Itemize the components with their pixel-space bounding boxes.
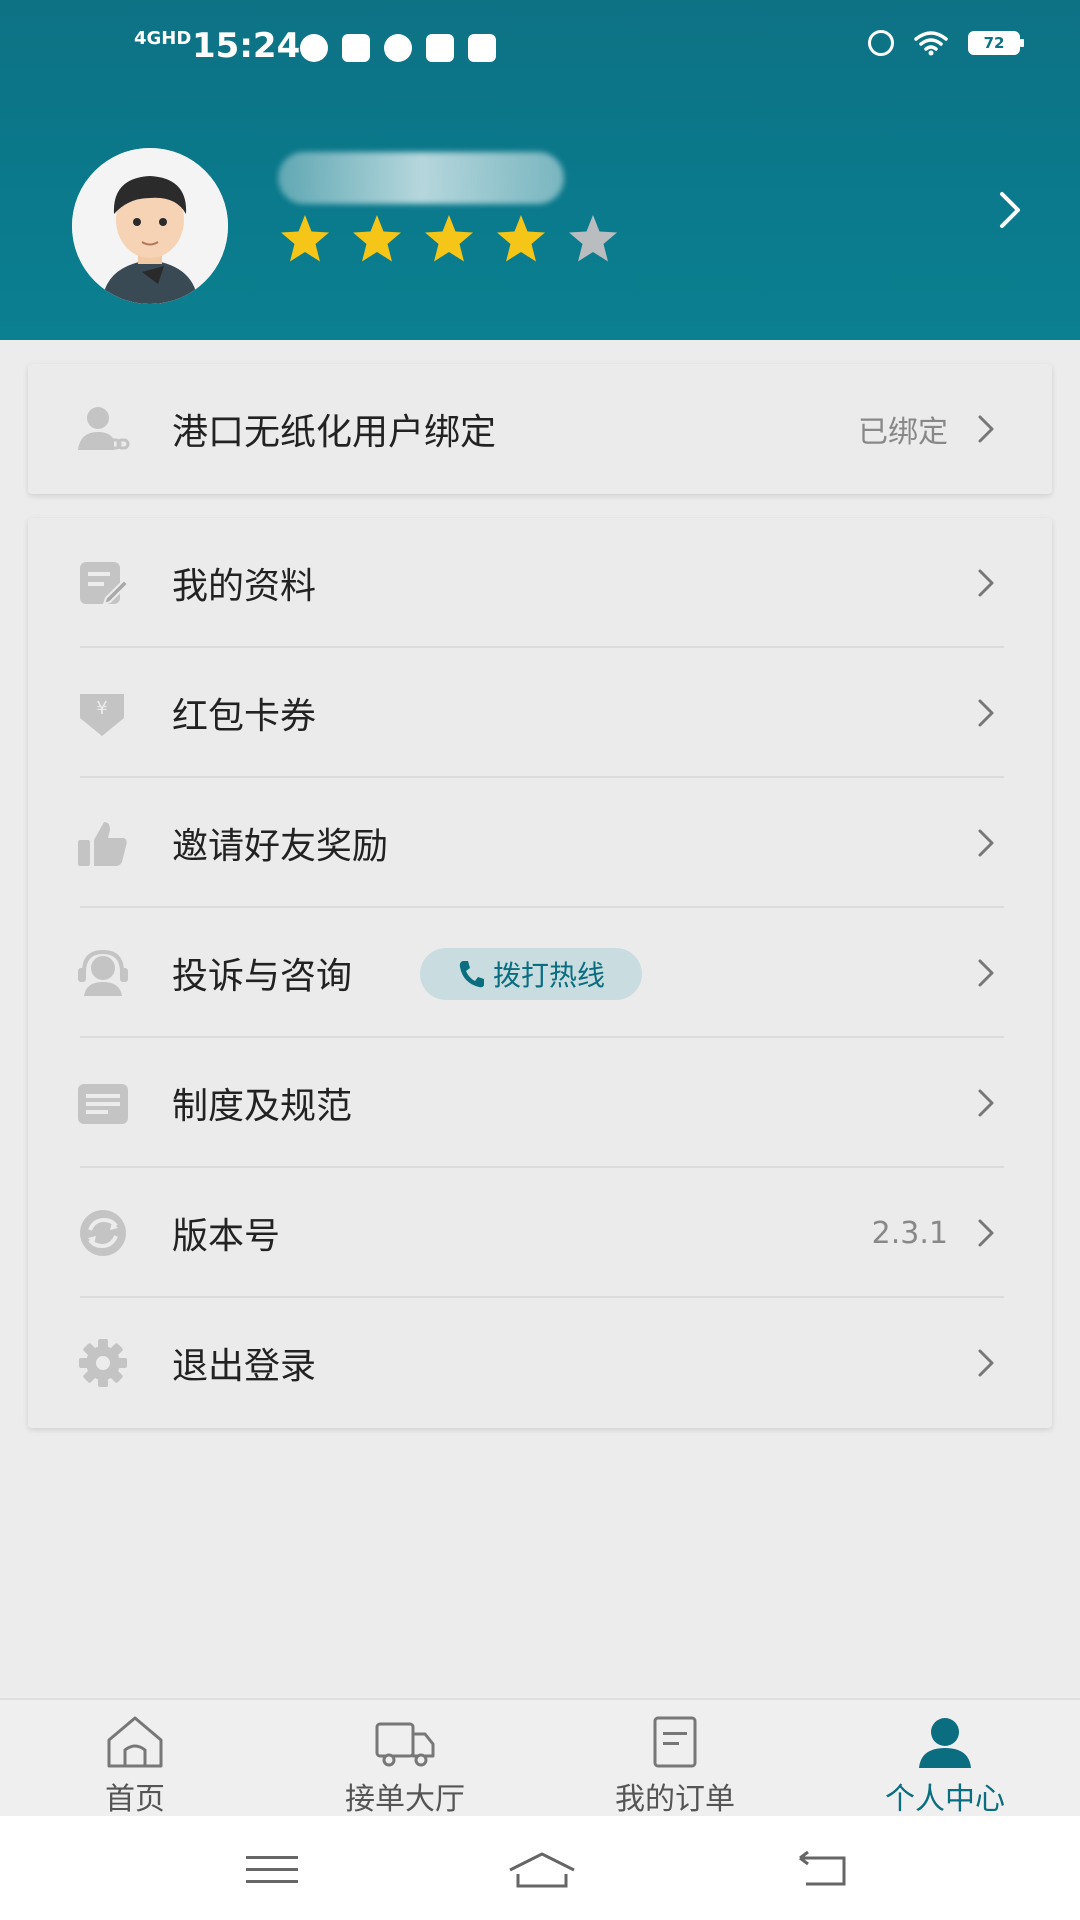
chevron-right-icon — [978, 959, 994, 987]
coupon-icon: ¥ — [80, 694, 124, 736]
back-icon[interactable] — [794, 1850, 850, 1890]
status-bar: 4GHD 15:24 72 — [0, 0, 1080, 98]
menu-label: 退出登录 — [172, 1346, 317, 1387]
system-nav-bar — [0, 1816, 1080, 1920]
binding-card: 港口无纸化用户绑定 已绑定 — [28, 364, 1052, 494]
app-m-icon — [426, 34, 454, 62]
tab-label: 首页 — [105, 1782, 165, 1817]
menu-item-profile[interactable]: 我的资料 — [28, 518, 1052, 648]
phone-icon — [459, 961, 484, 988]
home-icon — [107, 1716, 163, 1768]
chevron-right-icon — [978, 1349, 994, 1377]
rating-stars — [278, 212, 620, 266]
menu-icon[interactable] — [244, 1850, 300, 1890]
menu-label: 红包卡券 — [172, 696, 317, 737]
menu-label: 邀请好友奖励 — [172, 826, 389, 867]
star-filled-icon — [281, 215, 329, 262]
chevron-right-icon — [978, 415, 994, 443]
version-value: 2.3.1 — [871, 1215, 948, 1251]
binding-label: 港口无纸化用户绑定 — [172, 412, 497, 453]
tab-home[interactable]: 首页 — [0, 1700, 270, 1818]
chevron-right-icon[interactable] — [996, 188, 1024, 232]
tab-personal-center[interactable]: 个人中心 — [810, 1700, 1080, 1818]
order-icon — [653, 1716, 697, 1768]
menu-label: 我的资料 — [172, 566, 317, 607]
chevron-right-icon — [978, 1219, 994, 1247]
menu-item-logout[interactable]: 退出登录 — [28, 1298, 1052, 1428]
menu-label: 投诉与咨询 — [172, 956, 353, 997]
chevron-right-icon — [978, 699, 994, 727]
tab-order-hall[interactable]: 接单大厅 — [270, 1700, 540, 1818]
chevron-right-icon — [978, 1089, 994, 1117]
star-filled-icon — [497, 215, 545, 262]
signal-indicator: 4GHD — [134, 28, 192, 49]
speed-icon — [384, 34, 412, 62]
binding-row[interactable]: 港口无纸化用户绑定 已绑定 — [28, 364, 1052, 494]
document-icon — [78, 1084, 128, 1124]
battery-indicator: 72 — [968, 31, 1024, 55]
binding-status: 已绑定 — [858, 415, 948, 450]
headset-icon — [78, 949, 128, 996]
status-time: 15:24 — [192, 26, 301, 66]
chevron-right-icon — [978, 829, 994, 857]
star-filled-icon — [425, 215, 473, 262]
menu-label: 制度及规范 — [172, 1086, 353, 1127]
user-icon — [919, 1718, 971, 1768]
menu-item-invite[interactable]: 邀请好友奖励 — [28, 778, 1052, 908]
weather-icon — [300, 34, 328, 62]
thumbs-up-icon — [78, 822, 127, 866]
tab-my-orders[interactable]: 我的订单 — [540, 1700, 810, 1818]
alarm-icon — [868, 30, 894, 56]
bottom-tab-bar: 首页 接单大厅 我的订单 个人中心 — [0, 1698, 1080, 1818]
truck-icon — [375, 1722, 435, 1767]
svg-text:¥: ¥ — [96, 698, 107, 719]
menu-label: 版本号 — [172, 1216, 281, 1257]
tab-label: 个人中心 — [885, 1782, 1005, 1817]
profile-edit-icon — [80, 562, 130, 606]
gear-icon — [79, 1339, 127, 1387]
tab-label: 接单大厅 — [345, 1782, 465, 1817]
username-redacted — [278, 152, 564, 204]
tab-label: 我的订单 — [615, 1782, 735, 1817]
refresh-icon — [80, 1210, 126, 1256]
profile-summary[interactable] — [0, 140, 1080, 320]
menu-item-complaint[interactable]: 投诉与咨询 拨打热线 — [28, 908, 1052, 1038]
user-link-icon — [78, 407, 130, 450]
hotline-label: 拨打热线 — [492, 959, 605, 992]
menu-item-coupons[interactable]: ¥ 红包卡券 — [28, 648, 1052, 778]
status-right: 72 — [868, 30, 1024, 56]
menu-item-version[interactable]: 版本号 2.3.1 — [28, 1168, 1052, 1298]
star-filled-icon — [353, 215, 401, 262]
menu-item-rules[interactable]: 制度及规范 — [28, 1038, 1052, 1168]
notification-icons — [300, 34, 496, 62]
star-empty-icon — [569, 215, 617, 262]
chevron-right-icon — [978, 569, 994, 597]
mail-icon — [342, 34, 370, 62]
app-bird-icon — [468, 34, 496, 62]
wifi-icon — [914, 31, 948, 56]
menu-card: 我的资料 ¥ 红包卡券 邀请好友奖励 投诉与咨询 拨打热线 制度及规范 版本号 … — [28, 518, 1052, 1428]
home-nav-icon[interactable] — [506, 1850, 578, 1890]
profile-header: 4GHD 15:24 72 — [0, 0, 1080, 340]
avatar[interactable] — [72, 148, 228, 304]
hotline-button[interactable]: 拨打热线 — [420, 948, 642, 1000]
